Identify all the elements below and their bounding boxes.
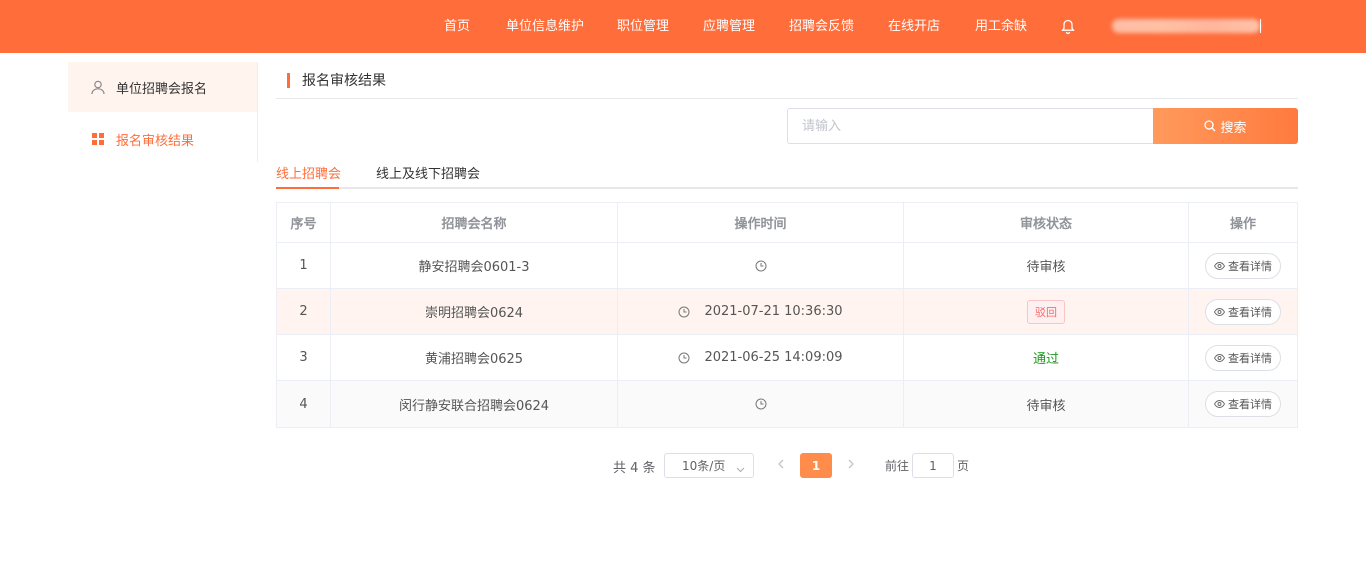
prev-page-button[interactable] [775,457,787,471]
tab-online-job-fair[interactable]: 线上招聘会 [276,163,341,187]
table-header: 序号 招聘会名称 操作时间 审核状态 操作 [277,203,1297,243]
goto-label: 前往 [885,459,910,473]
page-size-select[interactable]: 10条/页 [664,453,754,478]
row-operation-time: 2021-06-25 14:09:09 [618,335,904,380]
table-row: 3 黄浦招聘会0625 2021-06-25 14:09:09 通过 查看详情 [277,335,1297,381]
page-title: 报名审核结果 [287,71,386,89]
nav-online-store[interactable]: 在线开店 [888,0,940,53]
view-details-label: 查看详情 [1228,305,1272,319]
nav-labor-surplus[interactable]: 用工余缺 [975,0,1027,53]
view-details-button[interactable]: 查看详情 [1205,298,1281,325]
chevron-down-icon [736,462,745,476]
nav-position-management[interactable]: 职位管理 [617,0,669,53]
nav-home[interactable]: 首页 [444,0,470,53]
row-action: 查看详情 [1189,381,1297,427]
column-header-status: 审核状态 [904,203,1189,242]
row-index: 3 [277,335,331,380]
title-accent-bar [287,72,290,88]
nav-company-info[interactable]: 单位信息维护 [506,0,584,53]
clock-icon [755,260,767,272]
status-passed: 通过 [1032,352,1059,367]
chevron-right-icon [848,459,854,469]
tab-underline [276,187,1298,189]
row-operation-time: 2021-07-21 10:36:30 [618,289,904,334]
column-header-time: 操作时间 [618,203,904,242]
eye-icon [1214,400,1225,408]
search-input[interactable] [787,108,1154,144]
row-time-text: 2021-06-25 14:09:09 [704,350,843,365]
sidebar-item-label: 报名审核结果 [116,133,195,149]
sidebar: 单位招聘会报名 报名审核结果 [68,62,258,162]
sidebar-item-review-results[interactable]: 报名审核结果 [68,114,257,164]
bell-icon[interactable] [1061,19,1075,35]
nav-divider [1260,19,1261,33]
grid-icon [90,131,106,147]
search-button[interactable]: 搜索 [1153,108,1298,144]
eye-icon [1214,353,1225,362]
row-status: 待审核 [904,381,1189,427]
view-details-button[interactable]: 查看详情 [1205,391,1281,417]
row-job-fair-name: 崇明招聘会0624 [331,289,618,334]
row-action: 查看详情 [1189,243,1297,288]
tab-active-indicator [276,187,339,189]
clock-icon [678,306,690,318]
status-badge-rejected: 驳回 [1027,299,1065,324]
next-page-button[interactable] [845,457,857,471]
view-details-button[interactable]: 查看详情 [1205,252,1281,279]
column-header-name: 招聘会名称 [331,203,618,242]
nav-job-fair-feedback[interactable]: 招聘会反馈 [789,0,854,53]
page-size-value: 10条/页 [682,459,726,473]
sidebar-item-job-fair-registration[interactable]: 单位招聘会报名 [68,62,257,112]
table-row: 4 闵行静安联合招聘会0624 待审核 查看详情 [277,381,1297,427]
chevron-left-icon [778,459,784,469]
results-table: 序号 招聘会名称 操作时间 审核状态 操作 1 静安招聘会0601-3 待审核 … [276,202,1298,428]
page-suffix-label: 页 [957,459,970,473]
table-row: 2 崇明招聘会0624 2021-07-21 10:36:30 驳回 查看详情 [277,289,1297,335]
row-status: 驳回 [904,289,1189,334]
row-job-fair-name: 静安招聘会0601-3 [331,243,618,288]
column-header-action: 操作 [1229,217,1256,232]
tab-online-offline-job-fair[interactable]: 线上及线下招聘会 [376,163,480,187]
row-index: 1 [277,243,331,288]
row-operation-time [618,381,904,427]
pagination-total: 共 4 条 [613,461,656,476]
page-title-text: 报名审核结果 [302,73,386,89]
user-name-blurred[interactable] [1112,19,1260,33]
clock-icon [755,398,767,410]
eye-icon [1214,307,1225,316]
search-button-label: 搜索 [1220,119,1247,135]
goto-page-input[interactable] [912,453,954,478]
column-header-index: 序号 [277,203,331,242]
search-icon [1204,120,1216,132]
view-details-button[interactable]: 查看详情 [1205,344,1281,371]
user-icon [90,79,106,95]
page-number-current[interactable]: 1 [800,453,832,478]
row-status: 待审核 [904,243,1189,288]
divider [276,98,1298,99]
row-index: 4 [277,381,331,427]
eye-icon [1214,261,1225,270]
row-operation-time [618,243,904,288]
row-job-fair-name: 黄浦招聘会0625 [331,335,618,380]
row-status: 通过 [904,335,1189,380]
clock-icon [678,352,690,364]
view-details-label: 查看详情 [1228,398,1272,411]
table-row: 1 静安招聘会0601-3 待审核 查看详情 [277,243,1297,289]
row-job-fair-name: 闵行静安联合招聘会0624 [331,381,618,427]
row-time-text: 2021-07-21 10:36:30 [704,304,843,319]
sidebar-item-label: 单位招聘会报名 [116,81,208,97]
row-action: 查看详情 [1189,289,1297,334]
nav-application-management[interactable]: 应聘管理 [703,0,755,53]
view-details-label: 查看详情 [1228,351,1272,365]
row-action: 查看详情 [1189,335,1297,380]
row-index: 2 [277,289,331,334]
view-details-label: 查看详情 [1228,259,1272,273]
top-nav-bar: 首页 单位信息维护 职位管理 应聘管理 招聘会反馈 在线开店 用工余缺 [0,0,1366,53]
